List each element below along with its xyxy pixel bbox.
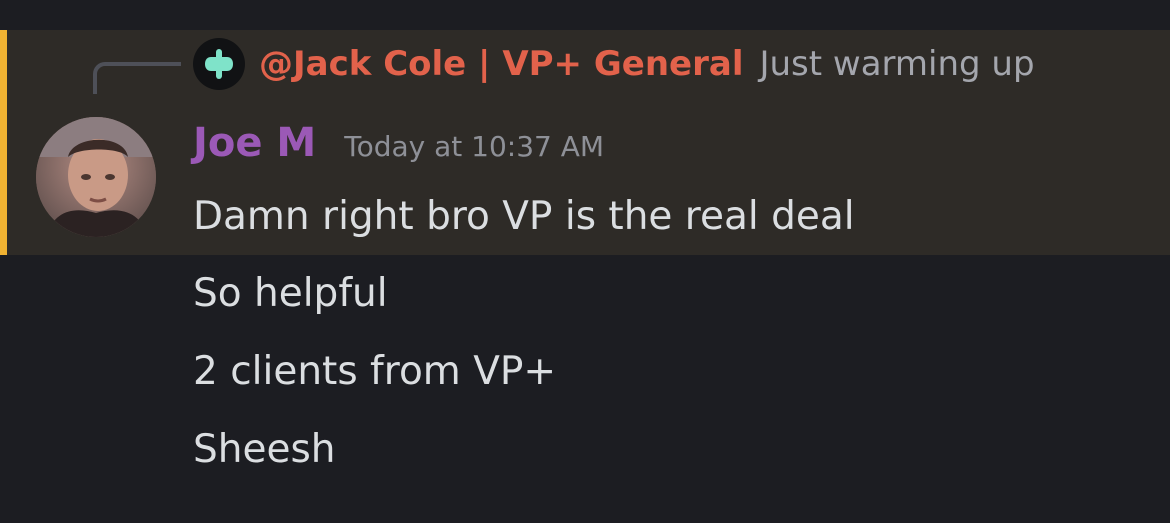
reply-connector <box>93 62 181 94</box>
message-line: So helpful <box>193 271 388 316</box>
timestamp[interactable]: Today at 10:37 AM <box>344 130 604 163</box>
message-header: Joe M Today at 10:37 AM <box>193 120 604 166</box>
reply-author-name[interactable]: @Jack Cole | VP+ General <box>259 44 743 84</box>
message-line: Damn right bro VP is the real deal <box>193 194 855 239</box>
reply-snippet[interactable]: Just warming up <box>759 44 1034 84</box>
username[interactable]: Joe M <box>193 120 316 166</box>
vp-plus-logo-icon <box>193 38 245 90</box>
message-line: Sheesh <box>193 427 336 472</box>
avatar[interactable] <box>36 117 156 237</box>
chat-message-area: @Jack Cole | VP+ General Just warming up… <box>0 0 1170 523</box>
message-line: 2 clients from VP+ <box>193 349 557 394</box>
reply-reference[interactable]: @Jack Cole | VP+ General Just warming up <box>193 36 1035 92</box>
